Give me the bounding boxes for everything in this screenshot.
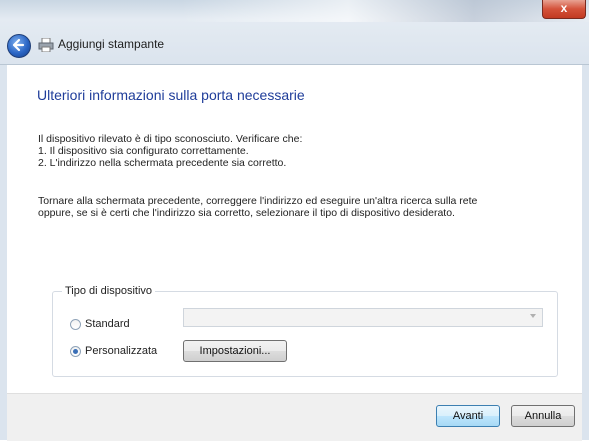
standard-radio-label[interactable]: Standard <box>85 318 130 330</box>
page-heading: Ulteriori informazioni sulla porta neces… <box>37 87 305 103</box>
window-left-border <box>0 65 7 440</box>
custom-radio[interactable] <box>70 346 81 357</box>
back-arrow-icon <box>12 38 25 52</box>
standard-radio[interactable] <box>70 319 81 330</box>
back-button[interactable] <box>7 34 31 58</box>
device-type-legend: Tipo di dispositivo <box>62 285 156 297</box>
standard-device-combobox <box>183 308 543 327</box>
window-titlebar <box>0 0 589 65</box>
info-line-3: 2. L'indirizzo nella schermata precedent… <box>38 157 287 169</box>
window-title: Aggiungi stampante <box>58 37 165 51</box>
cancel-button[interactable]: Annulla <box>511 405 575 427</box>
titlebar-gloss <box>180 0 589 22</box>
device-type-group <box>52 291 558 377</box>
settings-button[interactable]: Impostazioni... <box>183 340 287 362</box>
chevron-down-icon <box>530 314 536 318</box>
custom-radio-label[interactable]: Personalizzata <box>85 345 157 357</box>
window-right-border <box>582 65 589 440</box>
close-icon: x <box>560 1 568 15</box>
info-line-1: Il dispositivo rilevato è di tipo sconos… <box>38 133 303 145</box>
next-button[interactable]: Avanti <box>436 405 500 427</box>
instruction-line-2: oppure, se si è certi che l'indirizzo si… <box>38 207 455 219</box>
instruction-line-1: Tornare alla schermata precedente, corre… <box>38 195 478 207</box>
close-button[interactable]: x <box>542 0 586 19</box>
printer-icon <box>38 38 54 52</box>
info-line-2: 1. Il dispositivo sia configurato corret… <box>38 145 249 157</box>
